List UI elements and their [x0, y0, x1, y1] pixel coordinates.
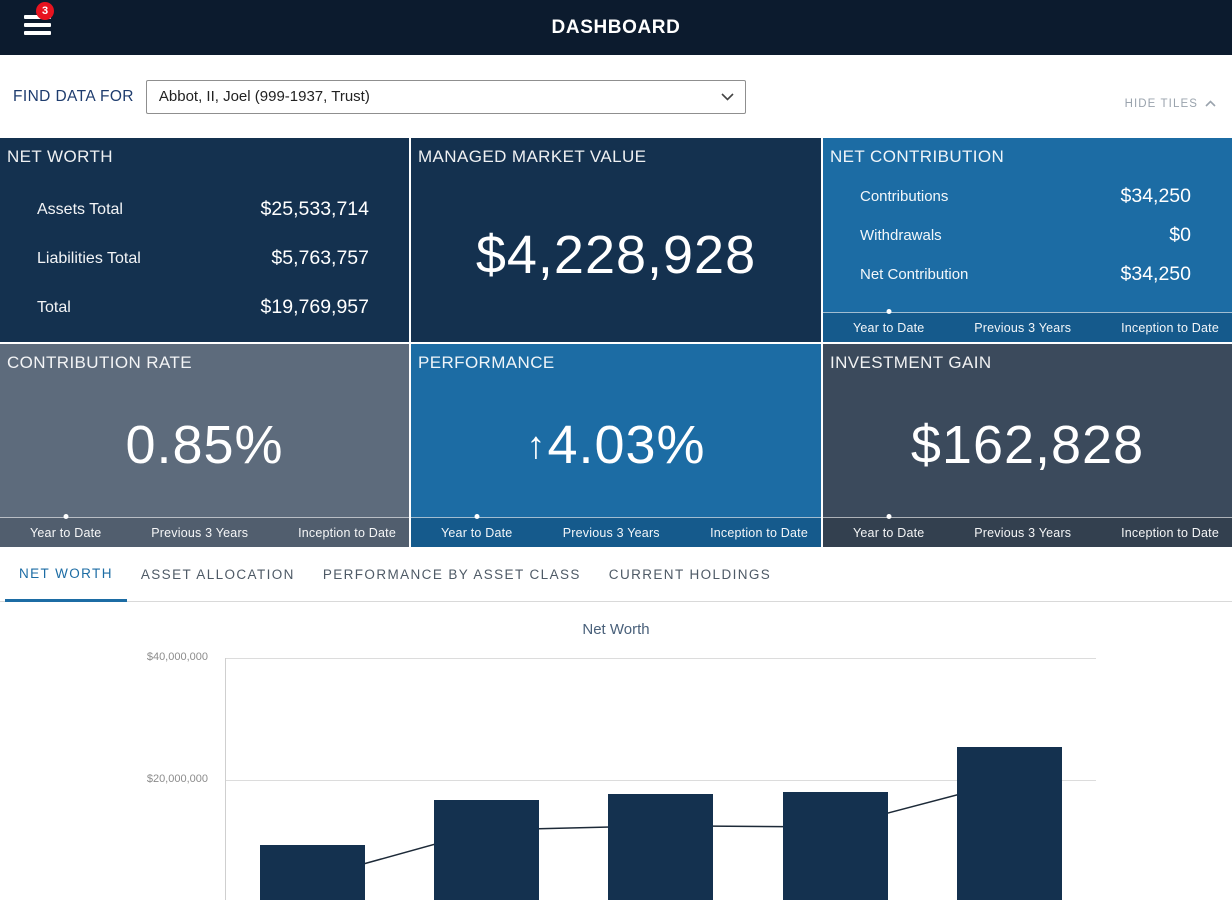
performance-percent: 4.03% [547, 415, 705, 475]
performance-value: ↑4.03% [526, 414, 705, 476]
stat-row: Withdrawals $0 [823, 216, 1232, 255]
period-tabs: Year to Date Previous 3 Years Inception … [411, 517, 821, 547]
tile-contribution-rate: CONTRIBUTION RATE 0.85% Year to Date Pre… [0, 344, 409, 547]
stat-label: Withdrawals [860, 227, 942, 244]
stat-value: $34,250 [1121, 263, 1192, 286]
chevron-up-icon [1205, 98, 1216, 110]
period-tab-previous-3-years[interactable]: Previous 3 Years [563, 526, 660, 540]
stat-row: Contributions $34,250 [823, 177, 1232, 216]
period-tab-previous-3-years[interactable]: Previous 3 Years [974, 321, 1071, 335]
client-selector-value: Abbot, II, Joel (999-1937, Trust) [159, 88, 370, 105]
y-tick-label: $20,000,000 [100, 773, 208, 785]
period-tab-inception-to-date[interactable]: Inception to Date [1121, 321, 1219, 335]
net-worth-chart: Net Worth $40,000,000 $20,000,000 [0, 602, 1232, 900]
tile-title: MANAGED MARKET VALUE [411, 138, 821, 167]
contribution-rate-value: 0.85% [125, 414, 283, 476]
dashboard-page: { "header": { "title": "DASHBOARD", "men… [0, 0, 1232, 900]
period-tab-inception-to-date[interactable]: Inception to Date [298, 526, 396, 540]
find-data-for-label: FIND DATA FOR [13, 88, 134, 106]
chart-title: Net Worth [0, 621, 1232, 638]
tab-net-worth[interactable]: NET WORTH [5, 547, 127, 602]
stat-row: Total $19,769,957 [0, 283, 409, 332]
tile-managed-market-value: MANAGED MARKET VALUE $4,228,928 [411, 138, 821, 342]
stat-value: $34,250 [1121, 185, 1192, 208]
tile-title: INVESTMENT GAIN [823, 344, 1232, 373]
period-tab-year-to-date[interactable]: Year to Date [30, 526, 101, 540]
period-tab-inception-to-date[interactable]: Inception to Date [1121, 526, 1219, 540]
net-worth-bar [434, 800, 539, 900]
tab-current-holdings[interactable]: CURRENT HOLDINGS [595, 547, 785, 601]
period-tab-inception-to-date[interactable]: Inception to Date [710, 526, 808, 540]
tile-performance: PERFORMANCE ↑4.03% Year to Date Previous… [411, 344, 821, 547]
period-tabs: Year to Date Previous 3 Years Inception … [823, 517, 1232, 547]
stat-label: Assets Total [37, 201, 123, 219]
tile-title: NET CONTRIBUTION [823, 138, 1232, 167]
stat-value: $0 [1169, 224, 1191, 247]
period-tab-year-to-date[interactable]: Year to Date [853, 321, 924, 335]
big-value-wrap: $162,828 [823, 373, 1232, 517]
client-selector[interactable]: Abbot, II, Joel (999-1937, Trust) [146, 80, 746, 114]
big-value-wrap: $4,228,928 [411, 167, 821, 342]
hide-tiles-button[interactable]: HIDE TILES [1125, 98, 1216, 110]
tile-title: NET WORTH [0, 138, 409, 167]
tile-net-contribution: NET CONTRIBUTION Contributions $34,250 W… [823, 138, 1232, 342]
big-value-wrap: ↑4.03% [411, 373, 821, 517]
period-tab-year-to-date[interactable]: Year to Date [441, 526, 512, 540]
gridline [225, 658, 1096, 659]
tile-investment-gain: INVESTMENT GAIN $162,828 Year to Date Pr… [823, 344, 1232, 547]
tile-title: CONTRIBUTION RATE [0, 344, 409, 373]
menu-icon-bar [24, 23, 51, 27]
net-worth-bar [783, 792, 888, 900]
net-worth-bar [260, 845, 365, 900]
stat-label: Contributions [860, 188, 948, 205]
stat-rows: Contributions $34,250 Withdrawals $0 Net… [823, 177, 1232, 312]
tab-performance-by-asset-class[interactable]: PERFORMANCE BY ASSET CLASS [309, 547, 595, 601]
net-worth-bar [608, 794, 713, 900]
period-tab-previous-3-years[interactable]: Previous 3 Years [974, 526, 1071, 540]
stat-value: $19,769,957 [261, 296, 369, 319]
period-tabs: Year to Date Previous 3 Years Inception … [823, 312, 1232, 342]
tab-asset-allocation[interactable]: ASSET ALLOCATION [127, 547, 309, 601]
period-tab-year-to-date[interactable]: Year to Date [853, 526, 924, 540]
stat-value: $25,533,714 [261, 198, 369, 221]
section-tabs: NET WORTH ASSET ALLOCATION PERFORMANCE B… [0, 547, 1232, 602]
tile-title: PERFORMANCE [411, 344, 821, 373]
tiles-grid: NET WORTH Assets Total $25,533,714 Liabi… [0, 138, 1232, 547]
managed-market-value: $4,228,928 [476, 224, 756, 286]
chevron-down-icon [721, 88, 734, 105]
period-tab-previous-3-years[interactable]: Previous 3 Years [151, 526, 248, 540]
up-arrow-icon: ↑ [526, 425, 546, 468]
notification-badge: 3 [36, 2, 54, 20]
stat-row: Assets Total $25,533,714 [0, 185, 409, 234]
big-value-wrap: 0.85% [0, 373, 409, 517]
period-tabs: Year to Date Previous 3 Years Inception … [0, 517, 409, 547]
menu-icon-bar [24, 31, 51, 35]
stat-label: Total [37, 299, 71, 317]
hide-tiles-label: HIDE TILES [1125, 98, 1198, 110]
stat-label: Liabilities Total [37, 250, 141, 268]
investment-gain-value: $162,828 [911, 414, 1144, 476]
stat-value: $5,763,757 [271, 247, 369, 270]
stat-rows: Assets Total $25,533,714 Liabilities Tot… [0, 185, 409, 332]
y-tick-label: $40,000,000 [100, 651, 208, 663]
net-worth-bar [957, 747, 1062, 900]
stat-label: Net Contribution [860, 266, 968, 283]
stat-row: Liabilities Total $5,763,757 [0, 234, 409, 283]
y-axis-line [225, 658, 226, 900]
tile-net-worth: NET WORTH Assets Total $25,533,714 Liabi… [0, 138, 409, 342]
finder-bar: FIND DATA FOR Abbot, II, Joel (999-1937,… [0, 55, 1232, 138]
top-bar: 3 DASHBOARD [0, 0, 1232, 55]
stat-row: Net Contribution $34,250 [823, 255, 1232, 294]
page-title: DASHBOARD [552, 17, 681, 39]
